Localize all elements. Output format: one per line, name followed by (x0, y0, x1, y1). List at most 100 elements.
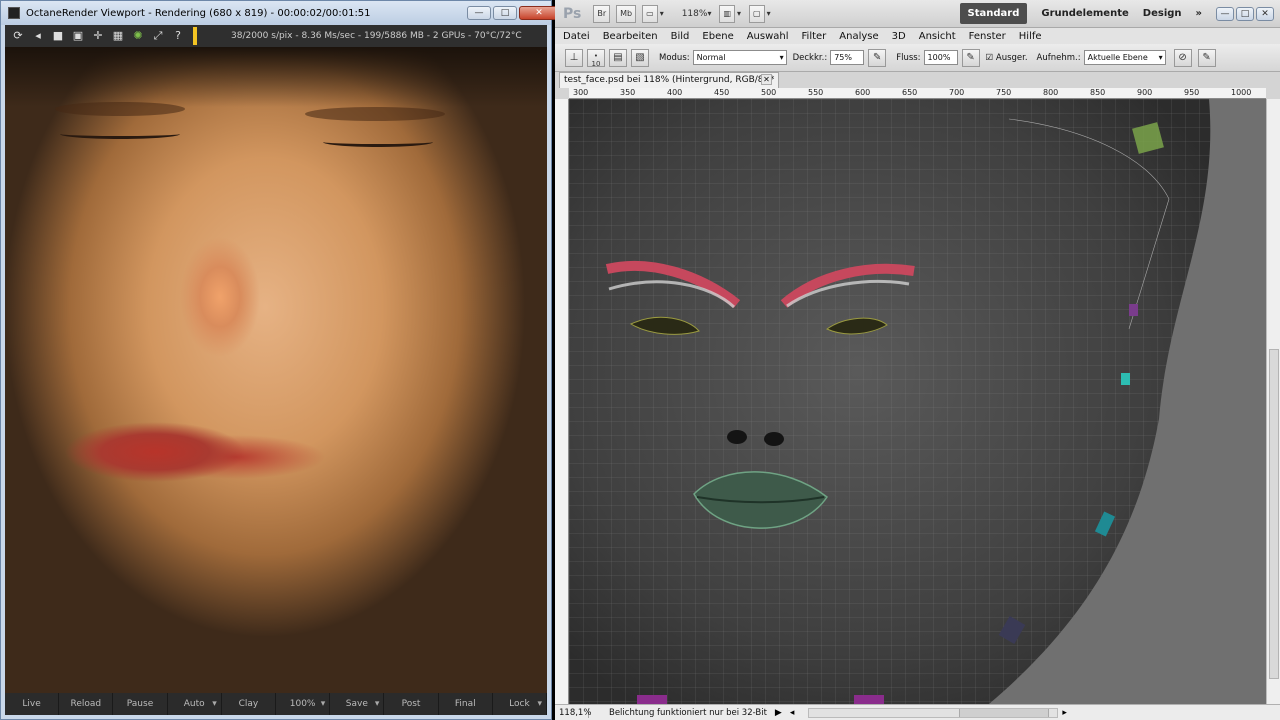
ruler-tick-label: 550 (808, 88, 824, 97)
clay-button[interactable]: Clay (222, 693, 277, 715)
octane-app-icon (8, 7, 20, 19)
live-button[interactable]: Live (5, 693, 60, 715)
save-dropdown[interactable]: Save (330, 693, 385, 715)
maximize-button[interactable]: □ (493, 6, 517, 20)
ps-menu-bar: Datei Bearbeiten Bild Ebene Auswahl Filt… (555, 28, 1280, 44)
stop-icon[interactable]: ■ (49, 27, 67, 45)
ruler-tick-label: 600 (855, 88, 871, 97)
workspace-standard[interactable]: Standard (959, 3, 1028, 24)
workspace-design[interactable]: Design (1143, 8, 1182, 19)
document-tab[interactable]: test_face.psd bei 118% (Hintergrund, RGB… (559, 72, 779, 88)
bridge-button[interactable]: Br (593, 4, 611, 23)
reload-button[interactable]: Reload (59, 693, 114, 715)
grid-icon[interactable]: ▦ (109, 27, 127, 45)
ruler-tick-label: 850 (1090, 88, 1106, 97)
mini-bridge-button[interactable]: Mb (616, 4, 637, 23)
lock-dropdown[interactable]: Lock (493, 693, 548, 715)
color-wheel-icon[interactable]: ✺ (129, 27, 147, 45)
ruler-tick-label: 500 (761, 88, 777, 97)
close-tab-icon[interactable]: ✕ (761, 74, 772, 85)
auto-dropdown[interactable]: Auto (168, 693, 222, 715)
ausger-checkbox-label[interactable]: ☑ Ausger. (986, 53, 1028, 63)
final-button[interactable]: Final (439, 693, 493, 715)
minimize-button[interactable]: — (467, 6, 491, 20)
sample-select[interactable]: Aktuelle Ebene (1083, 50, 1166, 65)
menu-auswahl[interactable]: Auswahl (747, 31, 789, 42)
refresh-icon[interactable]: ⟳ (9, 27, 27, 45)
menu-filter[interactable]: Filter (802, 31, 827, 42)
workspace-grundelemente[interactable]: Grundelemente (1041, 8, 1128, 19)
menu-ebene[interactable]: Ebene (702, 31, 733, 42)
fluss-input[interactable]: 100% (923, 50, 958, 65)
post-button[interactable]: Post (384, 693, 439, 715)
octane-title-bar[interactable]: OctaneRender Viewport - Rendering (680 x… (1, 1, 559, 25)
ruler-tick-label: 800 (1043, 88, 1059, 97)
brush-preset-picker[interactable]: • 10 (587, 48, 605, 68)
octane-viewport-window: OctaneRender Viewport - Rendering (680 x… (0, 0, 559, 720)
menu-fenster[interactable]: Fenster (969, 31, 1006, 42)
horizontal-ruler[interactable]: 300 350 400 450 500 550 600 650 700 750 800 850 900 9… (569, 88, 1266, 99)
uv-texture-wireframe (569, 99, 1266, 704)
scroll-left-icon[interactable]: ◂ (790, 708, 795, 718)
document-canvas[interactable] (569, 99, 1266, 704)
expand-icon[interactable]: ⤢ (149, 27, 167, 45)
menu-3d[interactable]: 3D (892, 31, 906, 42)
vertical-ruler[interactable] (555, 99, 569, 704)
ps-minimize-button[interactable]: — (1216, 6, 1234, 21)
menu-hilfe[interactable]: Hilfe (1019, 31, 1042, 42)
ps-close-button[interactable]: ✕ (1256, 6, 1274, 21)
workspace-more-icon[interactable]: » (1196, 8, 1202, 19)
left-brow (55, 102, 185, 116)
close-button[interactable]: ✕ (519, 6, 559, 20)
ps-maximize-button[interactable]: □ (1236, 6, 1254, 21)
hair-shadow (5, 47, 547, 107)
menu-bild[interactable]: Bild (671, 31, 690, 42)
ruler-tick-label: 450 (714, 88, 730, 97)
horizontal-scroll-thumb[interactable] (959, 708, 1050, 717)
ps-options-bar: ⊥ •10 ▤ ▧ Modus: Normal Deckkr.: 75% ✎ F… (555, 44, 1280, 72)
deckkraft-input[interactable]: 75% (830, 50, 865, 65)
vertical-scroll-thumb[interactable] (1269, 349, 1279, 679)
arrange-docs-icon[interactable]: ▥ (719, 4, 736, 23)
ruler-tick-label: 400 (667, 88, 683, 97)
modus-select[interactable]: Normal (692, 50, 787, 65)
status-menu-arrow-icon[interactable]: ▶ (775, 708, 782, 718)
help-icon[interactable]: ? (169, 27, 187, 45)
ruler-tick-label: 650 (902, 88, 918, 97)
airbrush-icon[interactable]: ✎ (961, 48, 980, 67)
ruler-tick-label: 750 (996, 88, 1012, 97)
ruler-tick-label: 350 (620, 88, 636, 97)
view-extras-icon[interactable]: ▭ (642, 4, 658, 23)
camera-icon[interactable]: ▣ (69, 27, 87, 45)
toggle-brush-panel-icon[interactable]: ▤ (609, 48, 627, 67)
menu-ansicht[interactable]: Ansicht (919, 31, 956, 42)
ps-application-bar: Ps Br Mb ▭ ▾ 118% ▾ ▥ ▾ ▢ ▾ Standard Grundel… (555, 0, 1280, 28)
menu-analyse[interactable]: Analyse (839, 31, 878, 42)
scroll-right-icon[interactable]: ▸ (1062, 708, 1067, 718)
menu-datei[interactable]: Datei (563, 31, 590, 42)
pressure-opacity-icon[interactable]: ✎ (868, 48, 887, 67)
toggle-clone-source-icon[interactable]: ▧ (631, 48, 649, 67)
document-tab-title: test_face.psd bei 118% (Hintergrund, RGB… (564, 75, 775, 85)
render-viewport[interactable] (5, 47, 547, 693)
ruler-tick-label: 300 (573, 88, 589, 97)
ignore-adjustment-icon[interactable]: ⊘ (1173, 48, 1192, 67)
back-icon[interactable]: ◂ (29, 27, 47, 45)
pressure-size-icon[interactable]: ✎ (1197, 48, 1216, 67)
stamp-tool-icon[interactable]: ⊥ (565, 48, 583, 67)
octane-window-title: OctaneRender Viewport - Rendering (680 x… (26, 7, 371, 19)
render-status: 38/2000 s/pix - 8.36 Ms/sec - 199/5886 M… (231, 31, 522, 41)
zoom-dropdown[interactable]: 100% (276, 693, 331, 715)
zoom-level[interactable]: 118% (682, 9, 708, 19)
crosshair-icon[interactable]: ✛ (89, 27, 107, 45)
vertical-scrollbar[interactable] (1266, 99, 1280, 704)
status-zoom[interactable]: 118,1% (555, 707, 591, 718)
screen-mode-icon[interactable]: ▢ (749, 4, 765, 23)
menu-bearbeiten[interactable]: Bearbeiten (603, 31, 658, 42)
right-brow (305, 107, 445, 121)
ps-logo: Ps (563, 5, 582, 22)
fluss-label: Fluss: (896, 52, 921, 63)
ps-status-bar: 118,1% Belichtung funktioniert nur bei 3… (555, 704, 1280, 720)
pause-button[interactable]: Pause (113, 693, 168, 715)
horizontal-scrollbar[interactable] (808, 707, 1059, 718)
